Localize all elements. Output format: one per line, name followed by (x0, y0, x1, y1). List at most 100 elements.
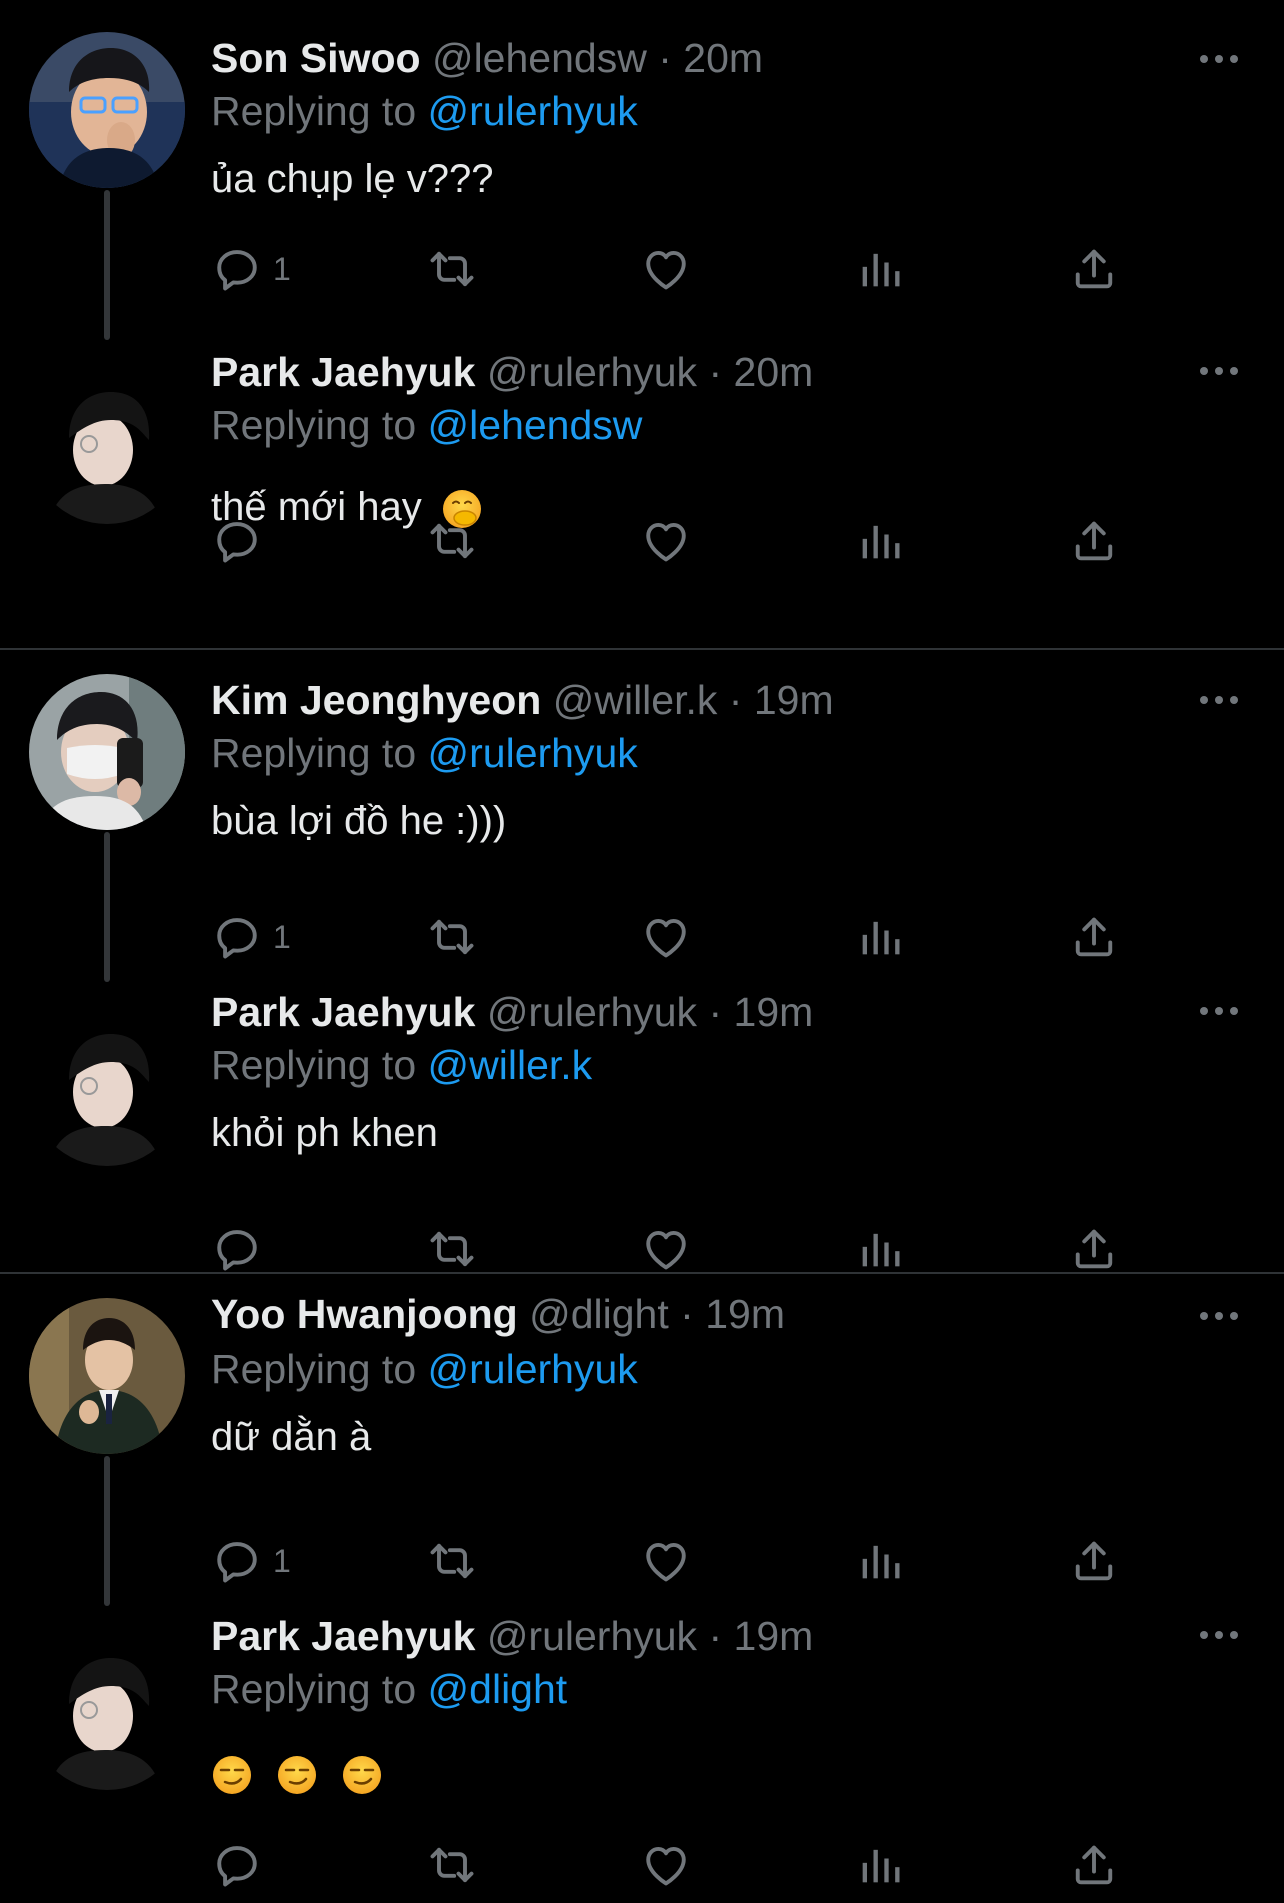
tweet[interactable]: Yoo Hwanjoong @dlight · 19m Replying to … (0, 1274, 1284, 1606)
separator: · (728, 677, 743, 723)
share-icon (1068, 1535, 1120, 1587)
like-button[interactable] (640, 514, 692, 568)
tweet[interactable]: Park Jaehyuk @rulerhyuk · 19m Replying t… (0, 982, 1284, 1272)
avatar[interactable] (29, 1634, 185, 1790)
reply-context: Replying to @rulerhyuk (211, 86, 638, 136)
display-name[interactable]: Son Siwoo (211, 35, 421, 81)
reply-button[interactable]: 1 (211, 1534, 291, 1588)
timestamp[interactable]: 19m (734, 989, 814, 1035)
mention-link[interactable]: @rulerhyuk (428, 1346, 638, 1392)
retweet-icon (426, 515, 478, 567)
separator: · (680, 1291, 694, 1337)
smirking-face-emoji (343, 1756, 382, 1795)
share-button[interactable] (1068, 1838, 1120, 1892)
retweet-button[interactable] (426, 910, 478, 964)
user-handle[interactable]: @dlight (529, 1291, 669, 1337)
display-name[interactable]: Park Jaehyuk (211, 1613, 475, 1659)
tweet-header: Park Jaehyuk @rulerhyuk · 20m (211, 347, 813, 397)
timestamp[interactable]: 19m (705, 1291, 785, 1337)
more-icon[interactable] (1200, 1309, 1240, 1323)
share-button[interactable] (1068, 242, 1120, 296)
like-icon (640, 243, 692, 295)
mention-link[interactable]: @lehendsw (428, 402, 643, 448)
retweet-button[interactable] (426, 242, 478, 296)
reply-button[interactable] (211, 514, 263, 568)
retweet-icon (426, 911, 478, 963)
avatar[interactable] (29, 32, 185, 188)
views-button[interactable] (854, 910, 906, 964)
action-bar: 1 (211, 910, 1141, 964)
mention-link[interactable]: @rulerhyuk (428, 730, 638, 776)
reply-button[interactable]: 1 (211, 910, 291, 964)
avatar[interactable] (29, 1010, 185, 1166)
share-button[interactable] (1068, 514, 1120, 568)
views-button[interactable] (854, 242, 906, 296)
user-handle[interactable]: @lehendsw (432, 35, 647, 81)
retweet-button[interactable] (426, 1222, 478, 1276)
more-icon[interactable] (1200, 693, 1240, 707)
more-icon[interactable] (1200, 364, 1240, 378)
like-icon (640, 515, 692, 567)
user-handle[interactable]: @rulerhyuk (487, 1613, 697, 1659)
retweet-button[interactable] (426, 514, 478, 568)
mention-link[interactable]: @dlight (428, 1666, 568, 1712)
tweet-text: bùa lợi đồ he :))) (211, 799, 507, 843)
retweet-icon (426, 1535, 478, 1587)
like-button[interactable] (640, 242, 692, 296)
views-button[interactable] (854, 1838, 906, 1892)
separator: · (708, 1613, 723, 1659)
more-icon[interactable] (1200, 1628, 1240, 1642)
like-button[interactable] (640, 910, 692, 964)
more-icon[interactable] (1200, 1004, 1240, 1018)
tweet[interactable]: Park Jaehyuk @rulerhyuk · 20m Replying t… (0, 340, 1284, 648)
timestamp[interactable]: 19m (754, 677, 834, 723)
action-bar (211, 1222, 1141, 1276)
display-name[interactable]: Kim Jeonghyeon (211, 677, 541, 723)
avatar[interactable] (29, 368, 185, 524)
user-handle[interactable]: @willer.k (553, 677, 718, 723)
share-button[interactable] (1068, 1534, 1120, 1588)
reply-count: 1 (273, 1542, 291, 1579)
avatar[interactable] (29, 1298, 185, 1454)
display-name[interactable]: Park Jaehyuk (211, 349, 475, 395)
reply-button[interactable] (211, 1222, 263, 1276)
share-icon (1068, 1223, 1120, 1275)
avatar[interactable] (29, 674, 185, 830)
replying-to-label: Replying to (211, 1346, 417, 1392)
mention-link[interactable]: @rulerhyuk (428, 88, 638, 134)
share-button[interactable] (1068, 1222, 1120, 1276)
timestamp[interactable]: 20m (683, 35, 763, 81)
reply-icon (211, 1535, 263, 1587)
display-name[interactable]: Park Jaehyuk (211, 989, 475, 1035)
user-handle[interactable]: @rulerhyuk (487, 349, 697, 395)
retweet-button[interactable] (426, 1838, 478, 1892)
more-icon[interactable] (1200, 52, 1240, 66)
views-icon (854, 1223, 906, 1275)
views-button[interactable] (854, 1534, 906, 1588)
tweet[interactable]: Son Siwoo @lehendsw · 20m Replying to @r… (0, 0, 1284, 340)
display-name[interactable]: Yoo Hwanjoong (211, 1291, 518, 1337)
tweet-header: Park Jaehyuk @rulerhyuk · 19m (211, 1611, 813, 1661)
views-button[interactable] (854, 1222, 906, 1276)
like-button[interactable] (640, 1222, 692, 1276)
share-icon (1068, 1839, 1120, 1891)
reply-button[interactable]: 1 (211, 242, 291, 296)
tweet[interactable]: Park Jaehyuk @rulerhyuk · 19m Replying t… (0, 1606, 1284, 1903)
separator: · (708, 349, 723, 395)
separator: · (708, 989, 723, 1035)
retweet-button[interactable] (426, 1534, 478, 1588)
reply-button[interactable] (211, 1838, 263, 1892)
timestamp[interactable]: 19m (734, 1613, 814, 1659)
tweet-text: khỏi ph khen (211, 1111, 438, 1155)
user-handle[interactable]: @rulerhyuk (487, 989, 697, 1035)
tweet-header: Kim Jeonghyeon @willer.k · 19m (211, 675, 834, 725)
like-button[interactable] (640, 1534, 692, 1588)
share-button[interactable] (1068, 910, 1120, 964)
mention-link[interactable]: @willer.k (428, 1042, 593, 1088)
like-button[interactable] (640, 1838, 692, 1892)
views-icon (854, 1839, 906, 1891)
tweet[interactable]: Kim Jeonghyeon @willer.k · 19m Replying … (0, 650, 1284, 982)
timestamp[interactable]: 20m (734, 349, 814, 395)
reply-count: 1 (273, 250, 291, 287)
views-button[interactable] (854, 514, 906, 568)
